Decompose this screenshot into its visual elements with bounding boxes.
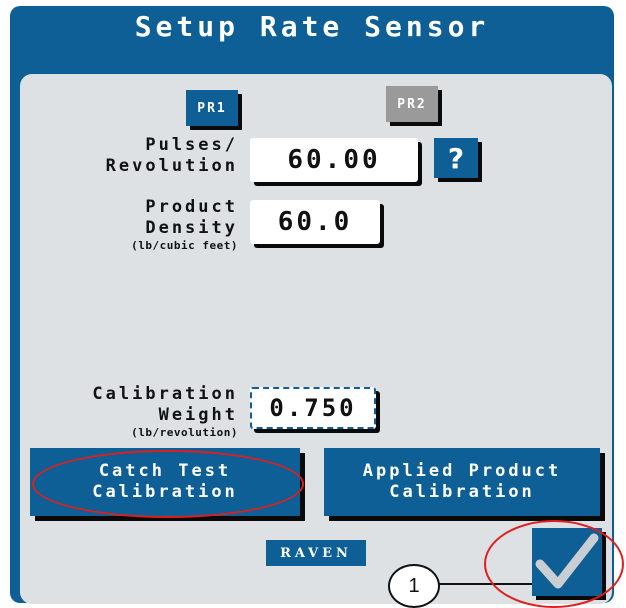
calibration-unit-label: (lb/revolution) [131, 426, 238, 439]
calibration-label-line2: Weight [158, 405, 238, 425]
density-label-line1: Product [145, 197, 238, 217]
pulses-label-line1: Pulses/ [145, 135, 238, 155]
help-button[interactable]: ? [434, 138, 478, 178]
catch-test-button-line1: Catch Test [98, 461, 232, 481]
density-unit-label: (lb/cubic feet) [131, 239, 238, 252]
pulses-per-revolution-input[interactable]: 60.00 [250, 138, 418, 182]
calibration-weight-input[interactable]: 0.750 [250, 387, 376, 429]
tab-pr2[interactable]: PR2 [386, 86, 438, 122]
confirm-button[interactable] [532, 528, 602, 596]
applied-product-button-line1: Applied Product [362, 461, 562, 481]
pulses-label-line2: Revolution [105, 156, 238, 176]
tab-pr1[interactable]: PR1 [186, 90, 238, 126]
applied-product-button-line2: Calibration [389, 482, 535, 502]
catch-test-calibration-button[interactable]: Catch Test Calibration [30, 448, 300, 516]
catch-test-button-line2: Calibration [92, 482, 238, 502]
page-title: Setup Rate Sensor [134, 10, 490, 43]
callout-number: 1 [388, 564, 440, 608]
density-label-line2: Density [145, 218, 238, 238]
raven-logo: RAVEN [266, 540, 366, 566]
checkmark-icon [535, 533, 599, 589]
calibration-label-line1: Calibration [92, 384, 238, 404]
callout-line [438, 583, 534, 585]
product-density-input[interactable]: 60.0 [250, 200, 380, 244]
applied-product-calibration-button[interactable]: Applied Product Calibration [324, 448, 600, 516]
